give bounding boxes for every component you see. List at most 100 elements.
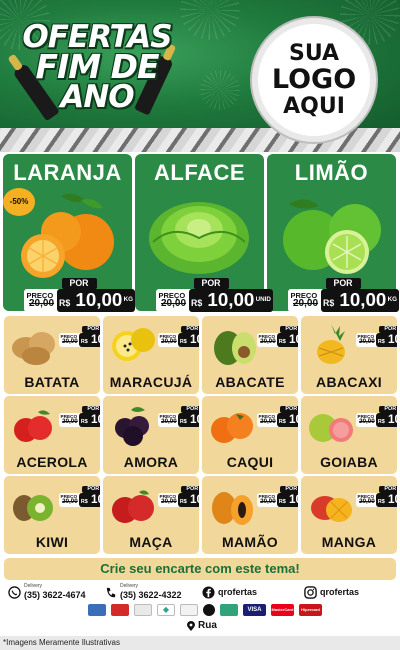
new-price: R$ 10,00KG: [320, 289, 400, 312]
new-price: R$ 10,00: [376, 413, 397, 428]
product-name: LIMÃO: [294, 160, 369, 185]
unit-label: KG: [123, 296, 133, 304]
product-card-abacaxi: ABACAXIPORPREÇO20,00R$ 10,00: [301, 316, 397, 394]
new-price: R$ 10,00: [277, 493, 298, 508]
product-name: BATATA: [24, 374, 80, 390]
product-card-maracuja: MARACUJÁPORPREÇO20,00R$ 10,00: [103, 316, 199, 394]
por-label: POR: [82, 406, 100, 414]
currency-symbol: R$: [377, 339, 385, 346]
phone-contact[interactable]: Delivery (35) 3622-4322: [104, 583, 194, 602]
new-price: R$ 10,00: [178, 413, 199, 428]
product-name: KIWI: [35, 534, 69, 550]
old-price: 20,00: [260, 418, 276, 426]
facebook-icon: [202, 586, 215, 599]
old-price: 20,00: [161, 498, 177, 506]
logo-text: AQUI: [283, 94, 345, 119]
new-price: R$ 10,00KG: [56, 289, 136, 312]
por-label: POR: [379, 406, 397, 414]
currency-symbol: R$: [179, 419, 187, 426]
product-name: ABACAXI: [316, 374, 382, 390]
product-name: MAÇA: [129, 534, 173, 550]
old-price-box: PREÇO 20,00: [156, 289, 194, 312]
product-card-goiaba: GOIABAPORPREÇO20,00R$ 10,00: [301, 396, 397, 474]
price-value: 10,00: [289, 413, 298, 427]
new-price: R$ 10,00: [277, 333, 298, 348]
product-name: ABACATE: [215, 374, 285, 390]
currency-symbol: R$: [59, 298, 71, 309]
por-label: POR: [193, 278, 229, 290]
currency-symbol: R$: [80, 419, 88, 426]
por-label: POR: [181, 486, 199, 494]
disclaimer-bar: *Imagens Meramente Ilustrativas: [0, 636, 400, 650]
product-card-kiwi: KIWIPORPREÇO20,00R$ 10,00: [4, 476, 100, 554]
card-icon: [180, 604, 198, 616]
instagram-handle: qrofertas: [320, 587, 360, 597]
logo-placeholder: SUA LOGO AQUI: [252, 18, 376, 142]
product-name: CAQUI: [226, 454, 274, 470]
price-value: 10,00: [388, 413, 397, 427]
por-label: POR: [325, 278, 361, 290]
whatsapp-number: (35) 3622-4674: [24, 590, 86, 600]
new-price: R$ 10,00: [376, 493, 397, 508]
new-price: R$ 10,00: [178, 333, 199, 348]
price-value: 10,00: [190, 333, 199, 347]
card-icon: [111, 604, 129, 616]
abacaxi-image: [317, 324, 345, 364]
old-price: 20,00: [62, 418, 78, 426]
facebook-link[interactable]: qrofertas: [202, 584, 292, 602]
new-price: R$ 10,00: [79, 413, 100, 428]
price-value: 10,00: [91, 493, 100, 507]
amora-image: [115, 407, 149, 446]
whatsapp-contact[interactable]: Delivery (35) 3622-4674: [8, 583, 96, 602]
old-price: 20,00: [161, 298, 187, 309]
lettuce-image: [149, 202, 249, 274]
old-price: 20,00: [260, 338, 276, 346]
phone-number: (35) 3622-4322: [120, 590, 182, 600]
old-price: 20,00: [260, 498, 276, 506]
price-value: 10,00: [388, 493, 397, 507]
old-price-box: PREÇO 20,00: [288, 289, 326, 312]
phone-icon: [106, 587, 116, 598]
product-name: ACEROLA: [16, 454, 88, 470]
product-card-amora: AMORAPORPREÇO20,00R$ 10,00: [103, 396, 199, 474]
old-price: 20,00: [359, 418, 375, 426]
instagram-link[interactable]: qrofertas: [304, 584, 394, 602]
mamao-image: [212, 492, 253, 525]
firework-decoration: [200, 70, 240, 110]
old-price: 20,00: [161, 418, 177, 426]
new-price: R$ 10,00: [178, 493, 199, 508]
product-name: MAMÃO: [222, 534, 278, 550]
price-value: 10,00: [289, 493, 298, 507]
price-value: 10,00: [190, 493, 199, 507]
price-value: 10,00: [91, 333, 100, 347]
cta-banner[interactable]: Crie seu encarte com este tema!: [4, 558, 396, 580]
card-icon: [88, 604, 106, 616]
old-price: 20,00: [29, 298, 55, 309]
currency-symbol: R$: [179, 339, 187, 346]
whatsapp-icon: [8, 586, 21, 599]
card-icon: [220, 604, 238, 616]
unit-label: UNID: [255, 296, 271, 304]
old-price: 20,00: [293, 298, 319, 309]
price-value: 10,00: [289, 333, 298, 347]
por-label: POR: [379, 486, 397, 494]
product-card-acerola: ACEROLAPORPREÇO20,00R$ 10,00: [4, 396, 100, 474]
currency-symbol: R$: [377, 499, 385, 506]
price-value: 10,00: [75, 289, 123, 311]
instagram-icon: [304, 586, 317, 599]
currency-symbol: R$: [179, 499, 187, 506]
product-card-batata: BATATAPORPREÇO20,00R$ 10,00: [4, 316, 100, 394]
new-price: R$ 10,00: [277, 413, 298, 428]
por-label: POR: [181, 326, 199, 334]
pix-icon: ◆: [157, 604, 175, 616]
logo-text: LOGO: [271, 64, 357, 95]
price-value: 10,00: [207, 289, 255, 311]
por-label: POR: [82, 486, 100, 494]
currency-symbol: R$: [191, 298, 203, 309]
product-name: GOIABA: [320, 454, 378, 470]
kiwi-image: [13, 495, 53, 521]
product-name: LARANJA: [13, 160, 122, 185]
new-price: R$ 10,00: [376, 333, 397, 348]
manga-image: [311, 496, 352, 522]
abacate-image: [214, 331, 256, 365]
